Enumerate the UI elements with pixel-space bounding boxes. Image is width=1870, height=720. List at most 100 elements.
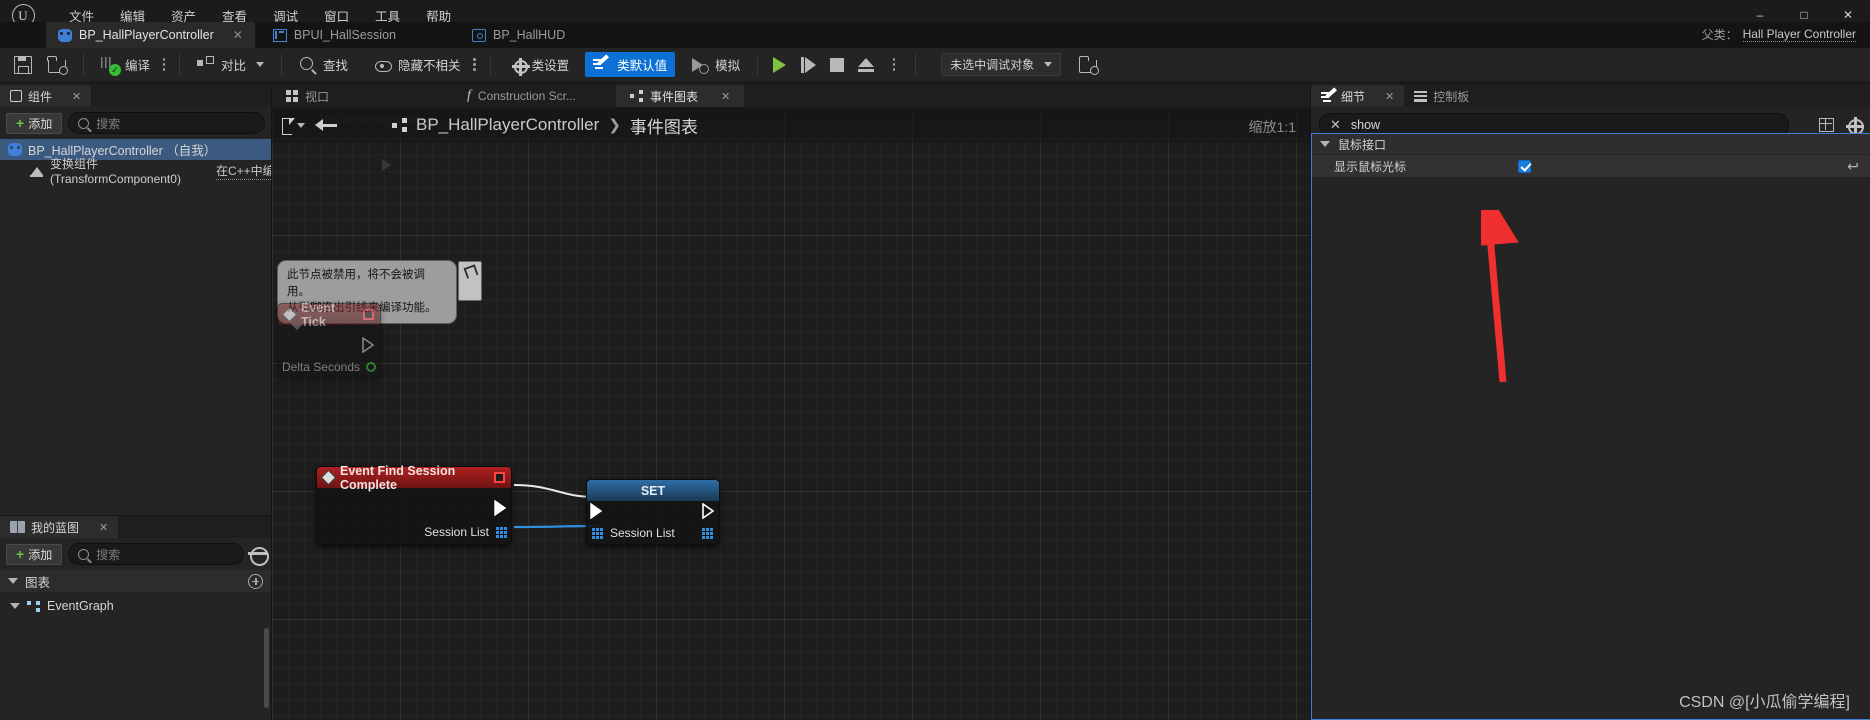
components-tab-label: 组件 — [28, 89, 53, 104]
chevron-down-icon[interactable] — [256, 62, 265, 67]
component-tree: BP_HallPlayerController （自我） 变换组件 (Trans… — [0, 139, 271, 186]
tab-my-blueprint[interactable]: 我的蓝图 ✕ — [0, 516, 119, 538]
component-label: 变换组件 (TransformComponent0) — [50, 157, 181, 186]
tab-bp-hallplayercontroller[interactable]: BP_HallPlayerController ✕ — [46, 22, 255, 48]
node-event-tick[interactable]: Event Tick Delta Seconds — [277, 301, 381, 378]
components-toolbar: + 添加 搜索 — [0, 107, 271, 139]
tab-details[interactable]: 细节 ✕ — [1311, 85, 1405, 107]
separator — [179, 54, 181, 75]
section-label: 图表 — [25, 575, 51, 590]
add-blueprint-item-button[interactable]: + 添加 — [6, 543, 63, 565]
eject-button[interactable] — [858, 57, 875, 72]
plus-icon: + — [16, 546, 25, 562]
class-defaults-button[interactable]: 类默认值 — [585, 52, 676, 77]
exec-out-pin-glyph[interactable] — [362, 337, 376, 353]
table-icon[interactable] — [1819, 118, 1834, 132]
function-icon: f — [467, 88, 471, 103]
breadcrumb-root[interactable]: BP_HallPlayerController — [416, 115, 599, 135]
class-settings-button[interactable]: 类设置 — [504, 52, 578, 77]
tab-bp-hallhud[interactable]: BP_HallHUD — [460, 22, 577, 48]
graph-canvas[interactable]: EventBeginPlay BP_HallPlayerController ❯… — [272, 107, 1310, 720]
simulate-button[interactable]: 模拟 — [683, 52, 748, 77]
node-event-find-session-complete[interactable]: Event Find Session Complete Session List — [316, 464, 512, 545]
save-button[interactable] — [6, 52, 40, 77]
stop-button[interactable] — [830, 57, 845, 72]
show-mouse-cursor-checkbox[interactable] — [1518, 159, 1531, 173]
array-pin-icon[interactable] — [496, 526, 507, 538]
scrollbar[interactable] — [264, 628, 269, 708]
exec-out-pin[interactable] — [702, 503, 716, 519]
pin-row-session-list-in: Session List — [592, 523, 675, 543]
forward-button[interactable] — [346, 112, 378, 138]
tab-components[interactable]: 组件 ✕ — [0, 85, 92, 107]
breadcrumb-separator: ❯ — [608, 117, 621, 134]
tree-row[interactable]: 变换组件 (TransformComponent0) 在C++中编辑 — [0, 157, 271, 186]
tab-event-graph[interactable]: 事件图表 ✕ — [615, 85, 745, 107]
eye-icon — [374, 56, 393, 74]
add-graph-icon[interactable] — [248, 573, 263, 589]
property-row-show-mouse-cursor: 显示鼠标光标 ↩ — [1312, 154, 1870, 177]
step-button[interactable] — [800, 56, 817, 73]
close-icon[interactable]: ✕ — [721, 90, 730, 103]
debug-object-dropdown[interactable]: 未选中调试对象 — [941, 53, 1062, 76]
palette-tab-label: 控制板 — [1433, 89, 1470, 104]
chevron-down-icon — [1044, 62, 1053, 67]
history-icon — [281, 117, 295, 135]
file-group — [0, 48, 80, 81]
history-dropdown-button[interactable] — [280, 112, 306, 138]
components-search-input[interactable]: 搜索 — [68, 112, 265, 134]
hide-unrelated-button[interactable]: 隐藏不相关 — [366, 52, 469, 77]
book-icon — [10, 521, 25, 533]
parent-class-link[interactable]: Hall Player Controller — [1742, 27, 1856, 42]
tab-palette[interactable]: 控制板 — [1404, 85, 1479, 107]
parent-class: 父类： Hall Player Controller — [1702, 26, 1856, 43]
components-icon — [10, 90, 22, 102]
array-pin-icon-out[interactable] — [702, 528, 713, 539]
cpp-edit-link[interactable]: 在C++中编辑 — [216, 162, 271, 180]
hide-unrelated-options-button[interactable] — [469, 54, 481, 76]
browse-button[interactable] — [40, 52, 74, 77]
tab-construction-script[interactable]: f Construction Scr... — [453, 85, 590, 107]
node-status-icon — [363, 309, 374, 320]
node-header: Event Find Session Complete — [317, 464, 511, 492]
close-icon[interactable]: ✕ — [233, 28, 243, 42]
clear-search-icon[interactable]: ✕ — [1330, 117, 1341, 133]
find-icon — [299, 56, 317, 74]
separator — [281, 54, 283, 75]
section-graphs[interactable]: 图表 — [0, 570, 271, 592]
back-button[interactable] — [310, 112, 342, 138]
pin-tooltip-icon[interactable] — [458, 261, 482, 301]
play-options-button[interactable] — [888, 54, 900, 76]
find-button[interactable]: 查找 — [291, 52, 356, 77]
class-settings-label: 类设置 — [531, 59, 570, 73]
exec-out-pin[interactable] — [494, 500, 508, 516]
array-pin-icon[interactable] — [592, 527, 603, 539]
add-component-button[interactable]: + 添加 — [6, 112, 63, 134]
gear-icon[interactable] — [248, 546, 269, 566]
debug-browse-button[interactable] — [1071, 52, 1105, 77]
reset-to-default-button[interactable]: ↩ — [1836, 158, 1870, 175]
gear-icon — [511, 57, 530, 76]
wire-layer — [513, 484, 603, 529]
close-icon[interactable]: ✕ — [99, 521, 108, 534]
main-toolbar: 编译 对比 查找 隐藏不相关 — [0, 48, 1870, 81]
node-title: SET — [640, 483, 666, 498]
property-value — [1508, 159, 1836, 173]
diff-button[interactable]: 对比 — [189, 52, 272, 77]
compile-options-button[interactable] — [158, 54, 170, 76]
close-icon[interactable]: ✕ — [1385, 90, 1394, 103]
list-item[interactable]: EventGraph — [0, 595, 271, 616]
unreal-blueprint-editor: U 文件 编辑 资产 查看 调试 窗口 工具 帮助 – □ ✕ BP_HallP… — [0, 0, 1870, 720]
category-mouse-interface[interactable]: 鼠标接口 — [1312, 134, 1870, 154]
node-set-session-list[interactable]: SET Session List — [586, 479, 720, 545]
property-label: 显示鼠标光标 — [1334, 159, 1407, 174]
float-pin-icon[interactable] — [366, 362, 376, 372]
exec-in-pin[interactable] — [590, 503, 604, 519]
compile-button[interactable]: 编译 — [93, 52, 158, 77]
asset-tab-strip: BP_HallPlayerController ✕ BPUI_HallSessi… — [0, 22, 1870, 48]
tab-viewport[interactable]: 视口 — [272, 85, 343, 107]
my-blueprint-search-input[interactable]: 搜索 — [68, 543, 244, 565]
play-button[interactable] — [773, 56, 787, 73]
tab-bpui-hallsession[interactable]: BPUI_HallSession — [261, 22, 408, 48]
close-icon[interactable]: ✕ — [72, 90, 81, 103]
